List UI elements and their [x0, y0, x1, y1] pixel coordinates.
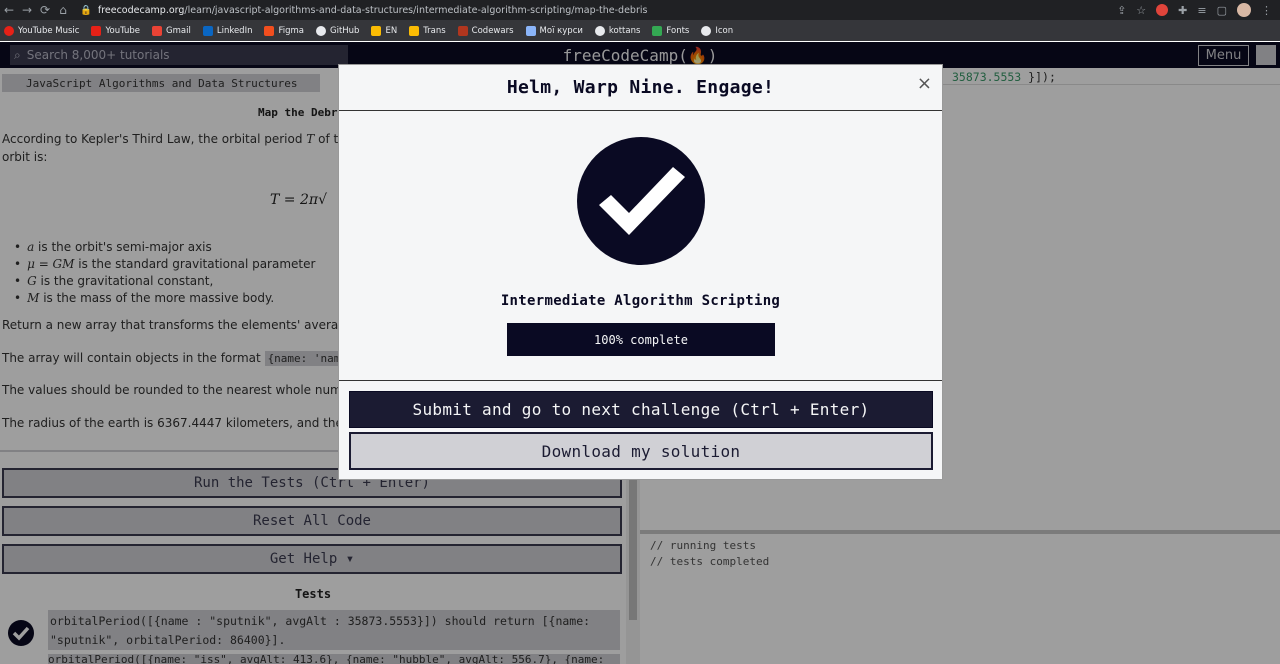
bookmark-en[interactable]: EN: [371, 25, 397, 36]
lock-icon: 🔒: [80, 4, 92, 16]
lightbulb-icon: [525, 25, 536, 36]
bookmark-linkedin[interactable]: LinkedIn: [202, 25, 252, 36]
icon-site-icon: [701, 25, 712, 36]
bookmark-gmail[interactable]: Gmail: [152, 25, 191, 36]
divider: [339, 380, 942, 381]
translate-icon: [371, 25, 382, 36]
youtube-music-icon: [4, 25, 14, 36]
browser-address-bar: ← → ⟳ ⌂ 🔒 freecodecamp.org/learn/javascr…: [0, 0, 1280, 20]
gmail-icon: [152, 25, 163, 36]
modal-title: Helm, Warp Nine. Engage!: [506, 77, 775, 98]
bookmark-youtube[interactable]: YouTube: [91, 25, 140, 36]
github-icon: [594, 25, 605, 36]
download-solution-button[interactable]: Download my solution: [349, 432, 933, 470]
star-icon[interactable]: ☆: [1136, 4, 1146, 17]
puzzle-icon[interactable]: ✚: [1178, 4, 1187, 17]
certification-name: Intermediate Algorithm Scripting: [500, 293, 781, 309]
reload-icon[interactable]: ⟳: [36, 3, 54, 17]
url-field[interactable]: 🔒 freecodecamp.org/learn/javascript-algo…: [80, 5, 647, 16]
window-icon[interactable]: ▢: [1217, 4, 1227, 17]
bookmark-kottans[interactable]: kottans: [594, 25, 640, 36]
bookmark-icon[interactable]: Icon: [701, 25, 733, 36]
linkedin-icon: [202, 25, 213, 36]
bookmark-github[interactable]: GitHub: [316, 25, 359, 36]
translate-icon: [409, 25, 420, 36]
bookmark-courses[interactable]: Мої курси: [525, 25, 583, 36]
github-icon: [316, 25, 326, 36]
progress-bar: 100% complete: [507, 323, 775, 356]
completion-modal: Helm, Warp Nine. Engage! × Intermediate …: [338, 64, 943, 480]
bookmarks-bar: YouTube Music YouTube Gmail LinkedIn Fig…: [0, 20, 1280, 41]
forward-icon[interactable]: →: [18, 3, 36, 17]
browser-toolbar-icons: ⇪ ☆ ✚ ≡ ▢ ⋮: [1117, 0, 1272, 20]
youtube-icon: [91, 25, 102, 36]
back-icon[interactable]: ←: [0, 3, 18, 17]
profile-avatar[interactable]: [1237, 3, 1251, 17]
modal-header: Helm, Warp Nine. Engage! ×: [339, 65, 942, 111]
bookmark-codewars[interactable]: Codewars: [457, 25, 514, 36]
close-icon[interactable]: ×: [917, 73, 932, 94]
bookmark-fonts[interactable]: Fonts: [652, 25, 689, 36]
extension-icon[interactable]: [1156, 4, 1169, 16]
success-check-icon: [577, 137, 705, 265]
bookmark-trans[interactable]: Trans: [409, 25, 446, 36]
codewars-icon: [457, 25, 468, 36]
bookmark-youtube-music[interactable]: YouTube Music: [4, 25, 79, 36]
figma-icon: [264, 25, 275, 36]
share-icon[interactable]: ⇪: [1117, 4, 1126, 17]
home-icon[interactable]: ⌂: [54, 3, 72, 17]
submit-next-challenge-button[interactable]: Submit and go to next challenge (Ctrl + …: [349, 391, 933, 428]
fonts-icon: [652, 25, 663, 36]
reading-list-icon[interactable]: ≡: [1197, 4, 1206, 17]
progress-label: 100% complete: [594, 332, 688, 347]
kebab-menu-icon[interactable]: ⋮: [1261, 4, 1272, 17]
bookmark-figma[interactable]: Figma: [264, 25, 304, 36]
